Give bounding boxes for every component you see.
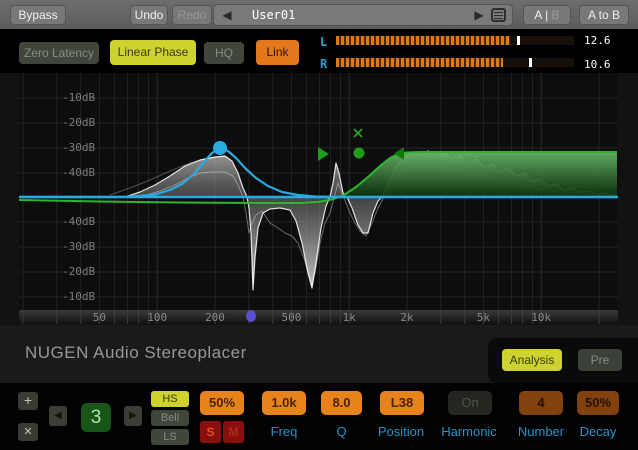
redo-button[interactable]: Redo (172, 5, 212, 25)
link-button[interactable]: Link (256, 40, 299, 65)
meter-r-label: R (320, 57, 327, 71)
purple-band-handle[interactable] (246, 310, 256, 322)
meter-l-bar (336, 36, 574, 45)
plugin-title: NUGEN Audio Stereoplacer (25, 343, 247, 363)
meter-l-fill (336, 36, 510, 45)
harmonic-label: Harmonic (438, 424, 500, 439)
linear-phase-button[interactable]: Linear Phase (110, 40, 196, 65)
number-label: Number (510, 424, 572, 439)
solo-button[interactable]: S (200, 421, 221, 443)
q-value-button[interactable]: 8.0 (321, 391, 362, 415)
prev-band-button[interactable]: ◀ (49, 406, 67, 426)
band-controls: + ✕ ◀ 3 ▶ HS Bell LS 50% S M 1.0k Freq 8… (0, 383, 638, 450)
q-label: Q (321, 424, 362, 439)
freq-label: 200 (205, 311, 225, 324)
freq-label: 5k (477, 311, 491, 324)
ab-inactive-label: B (548, 8, 559, 22)
shape-bell-button[interactable]: Bell (151, 410, 189, 426)
db-label: -40dB (62, 215, 95, 228)
db-label: -30dB (62, 141, 95, 154)
number-value-button[interactable]: 4 (519, 391, 563, 415)
db-label: -10dB (62, 290, 95, 303)
db-label: -40dB (62, 166, 95, 179)
position-label: Position (366, 424, 436, 439)
analysis-button[interactable]: Analysis (502, 349, 562, 371)
eq-graph: -10dB -20dB -30dB -40dB -40dB -30dB -20dB -10dB… (0, 73, 638, 325)
harmonic-toggle-button[interactable]: On (448, 391, 492, 415)
freq-axis-strip (19, 310, 618, 324)
stereoplacer-window: Bypass Undo Redo ◀ User01 ▶ A | B A to B… (0, 0, 638, 450)
mute-button[interactable]: M (223, 421, 244, 443)
freq-label: 500 (281, 311, 301, 324)
next-band-button[interactable]: ▶ (124, 406, 142, 426)
footer-bar: NUGEN Audio Stereoplacer Analysis Pre (0, 325, 638, 383)
freq-value-button[interactable]: 1.0k (262, 391, 306, 415)
meter-r-bar (336, 58, 574, 67)
db-label: -30dB (62, 240, 95, 253)
meter-l-peak (517, 36, 520, 45)
a-to-b-button[interactable]: A to B (579, 5, 629, 25)
shape-ls-button[interactable]: LS (151, 429, 189, 445)
preset-selector[interactable]: ◀ User01 ▶ (213, 4, 513, 26)
shape-hs-button[interactable]: HS (151, 391, 189, 407)
preset-next-icon[interactable]: ▶ (472, 8, 486, 22)
remove-band-button[interactable]: ✕ (18, 423, 38, 441)
decay-value-button[interactable]: 50% (577, 391, 619, 415)
gain-value-button[interactable]: 50% (200, 391, 244, 415)
freq-label: 50 (93, 311, 106, 324)
freq-label: 1k (343, 311, 357, 324)
ab-compare-button[interactable]: A | B (523, 5, 571, 25)
bypass-button[interactable]: Bypass (10, 5, 66, 25)
meter-r-value: 10.6 (584, 58, 624, 71)
db-label: -10dB (62, 91, 95, 104)
freq-label: Freq (262, 424, 306, 439)
add-band-button[interactable]: + (18, 392, 38, 410)
position-value-button[interactable]: L38 (380, 391, 424, 415)
freq-label: 100 (147, 311, 167, 324)
preset-name[interactable]: User01 (252, 8, 295, 22)
undo-button[interactable]: Undo (130, 5, 168, 25)
pre-button[interactable]: Pre (578, 349, 622, 371)
db-label: -20dB (62, 116, 95, 129)
meter-r-peak (529, 58, 532, 67)
green-band-handle[interactable] (354, 148, 365, 159)
db-label: -20dB (62, 265, 95, 278)
top-bar: Bypass Undo Redo ◀ User01 ▶ A | B A to B (0, 0, 638, 29)
preset-prev-icon[interactable]: ◀ (220, 8, 234, 22)
zero-latency-button[interactable]: Zero Latency (19, 42, 99, 64)
analysis-group: Analysis Pre (488, 338, 638, 383)
toolbar-row: Zero Latency Linear Phase HQ Link L R -4… (0, 29, 638, 73)
preset-menu-icon[interactable] (491, 8, 506, 22)
meter-l-value: 12.6 (584, 34, 624, 47)
band-number-display[interactable]: 3 (81, 403, 111, 432)
freq-label: 2k (400, 311, 414, 324)
decay-label: Decay (570, 424, 626, 439)
blue-band-handle[interactable] (213, 141, 227, 155)
ab-active-label: A | (534, 8, 548, 22)
meter-r-fill (336, 58, 503, 67)
freq-label: 10k (531, 311, 551, 324)
hq-button[interactable]: HQ (204, 42, 244, 64)
meter-l-label: L (320, 35, 327, 49)
